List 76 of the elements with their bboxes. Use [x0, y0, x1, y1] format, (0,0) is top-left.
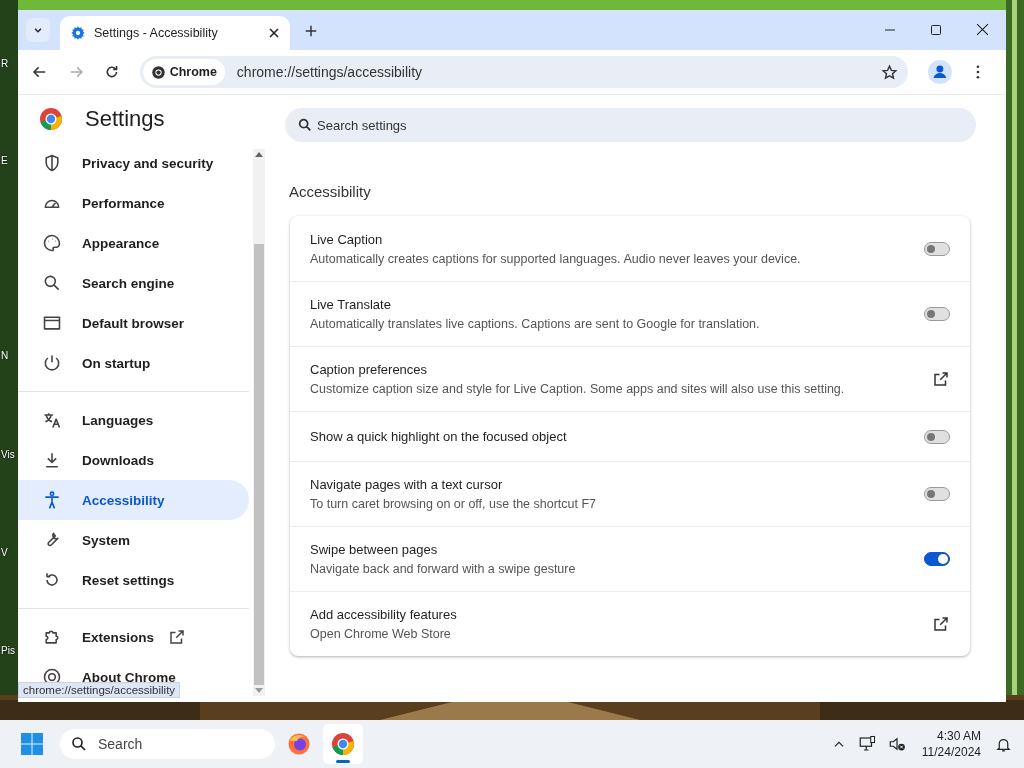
chrome-logo-icon	[39, 107, 63, 131]
sidebar-item[interactable]: Appearance	[18, 223, 249, 263]
toggle-switch[interactable]	[924, 429, 950, 444]
profile-icon[interactable]	[928, 60, 953, 84]
browser-window-icon	[42, 313, 62, 333]
setting-title: Navigate pages with a text cursor	[310, 477, 504, 492]
sidebar-item[interactable]: Search engine	[18, 263, 249, 303]
shield-icon	[42, 153, 62, 173]
toggle-switch[interactable]	[924, 487, 950, 501]
sidebar-item[interactable]: System	[18, 520, 249, 560]
scrollbar[interactable]	[253, 149, 265, 696]
toggle-switch[interactable]	[924, 552, 950, 566]
power-icon	[42, 353, 62, 373]
desktop-icon-label[interactable]: R	[1, 58, 9, 69]
setting-description: Open Chrome Web Store	[310, 627, 452, 641]
search-field[interactable]: Search settings	[285, 108, 976, 142]
sidebar-item[interactable]: Extensions	[18, 617, 249, 657]
sidebar-item[interactable]: Privacy and security	[18, 143, 249, 183]
gear-icon	[70, 25, 86, 41]
sidebar-item[interactable]: Reset settings	[18, 560, 249, 600]
desktop-icon-label[interactable]: Pis	[1, 645, 15, 656]
setting-description: Automatically translates live captions. Captions are sent to Google for translation.	[310, 317, 761, 331]
translate-icon	[42, 410, 62, 430]
star-icon[interactable]	[881, 63, 899, 81]
clock-time: 4:30 AM	[936, 728, 981, 744]
section-heading: Accessibility	[289, 183, 372, 200]
external-link-icon[interactable]	[932, 370, 950, 388]
external-link-icon	[168, 628, 187, 646]
setting-title: Live Translate	[310, 297, 392, 312]
sidebar-item[interactable]: Default browser	[18, 303, 249, 343]
setting-description: To turn caret browsing on or off, use the shortcut F7	[310, 497, 598, 511]
sidebar-item[interactable]: Accessibility	[18, 480, 249, 520]
chrome-icon[interactable]	[323, 724, 363, 764]
desktop-icon-label[interactable]: Vis	[1, 449, 15, 460]
search-icon	[297, 117, 313, 133]
puzzle-icon	[42, 627, 62, 647]
desktop-icon-label[interactable]: E	[1, 155, 8, 166]
search-icon	[42, 273, 62, 293]
speaker-muted-icon[interactable]	[887, 735, 906, 753]
site-chip[interactable]: Chrome	[142, 59, 225, 85]
setting-description: Automatically creates captions for supported languages. Audio never leaves your device.	[310, 251, 802, 266]
setting-description: Navigate back and forward with a swipe gesture	[310, 562, 577, 576]
new-tab-icon[interactable]	[304, 24, 318, 38]
close-icon[interactable]	[976, 23, 989, 36]
taskbar-search-field[interactable]: Search	[60, 729, 275, 759]
back-icon[interactable]	[32, 64, 48, 80]
clock-date: 11/24/2024	[921, 744, 981, 760]
sidebar-item[interactable]: Languages	[18, 400, 249, 440]
settings-title: Settings	[85, 106, 165, 132]
close-icon[interactable]	[268, 27, 280, 39]
sidebar-item[interactable]: Performance	[18, 183, 249, 223]
desktop-icon-label[interactable]: V	[1, 547, 8, 558]
setting-title: Live Caption	[310, 231, 384, 247]
address-bar[interactable]: Chrome chrome://settings/accessibility	[139, 56, 909, 88]
sidebar-item[interactable]: Downloads	[18, 440, 249, 480]
status-tooltip: chrome://settings/accessibility	[18, 682, 181, 698]
setting-title: Swipe between pages	[310, 542, 439, 557]
browser-tab[interactable]: Settings - Accessibility	[60, 16, 290, 50]
setting-description: Customize caption size and style for Live Caption. Some apps and sites will also use this setting.	[310, 382, 846, 396]
setting-title: Add accessibility features	[310, 607, 458, 622]
sidebar-item[interactable]: On startup	[18, 343, 249, 383]
accessibility-icon	[42, 490, 62, 510]
toggle-switch[interactable]	[924, 307, 950, 321]
maximize-icon[interactable]	[930, 24, 942, 36]
monitor-icon[interactable]	[857, 735, 876, 753]
setting-title: Show a quick highlight on the focused object	[310, 429, 568, 444]
desktop-icon-label[interactable]: N	[1, 350, 9, 361]
scroll-up-icon[interactable]	[255, 152, 263, 157]
external-link-icon[interactable]	[932, 615, 950, 633]
chrome-icon	[150, 64, 166, 80]
setting-title: Caption preferences	[310, 362, 429, 377]
search-icon	[70, 735, 88, 753]
start-icon[interactable]	[20, 732, 44, 756]
palette-icon	[42, 233, 62, 253]
toggle-switch[interactable]	[924, 241, 950, 256]
reload-icon[interactable]	[103, 64, 120, 80]
